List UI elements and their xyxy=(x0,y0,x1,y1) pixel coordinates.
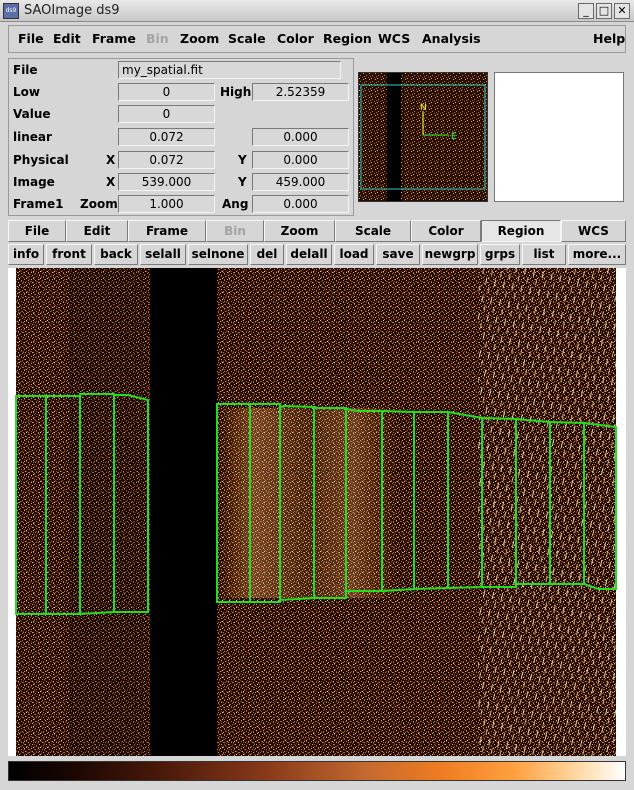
region-save-button[interactable]: save xyxy=(376,244,420,265)
image-x-value: 539.000 xyxy=(118,173,215,191)
region-info-button[interactable]: info xyxy=(8,244,44,265)
bb-region[interactable]: Region xyxy=(481,220,561,242)
menu-zoom[interactable]: Zoom xyxy=(180,31,219,46)
high-label: High xyxy=(220,85,252,99)
image-display[interactable] xyxy=(8,268,626,756)
magnifier xyxy=(494,72,624,202)
region-grps-button[interactable]: grps xyxy=(480,244,520,265)
angle-value: 0.000 xyxy=(252,195,349,213)
scale-label: linear xyxy=(13,130,52,144)
image-label: Image xyxy=(13,175,55,189)
scale-value-1: 0.072 xyxy=(118,128,215,146)
menu-bin[interactable]: Bin xyxy=(146,31,169,46)
low-label: Low xyxy=(13,85,40,99)
title-bar[interactable]: ds9 SAOImage ds9 _ □ ✕ xyxy=(0,0,634,22)
button-bar: File Edit Frame Bin Zoom Scale Color Reg… xyxy=(8,220,626,242)
menu-frame[interactable]: Frame xyxy=(92,31,136,46)
file-name-field: my_spatial.fit xyxy=(118,61,341,79)
menu-region[interactable]: Region xyxy=(323,31,372,46)
close-icon[interactable]: ✕ xyxy=(614,3,630,19)
bb-edit[interactable]: Edit xyxy=(66,220,128,242)
window-title: SAOImage ds9 xyxy=(24,3,120,18)
minimize-icon[interactable]: _ xyxy=(578,3,594,19)
low-value: 0 xyxy=(118,83,215,101)
physical-y-value: 0.000 xyxy=(252,151,349,169)
bb-file[interactable]: File xyxy=(8,220,66,242)
physical-x-value: 0.072 xyxy=(118,151,215,169)
angle-label: Ang xyxy=(222,197,249,211)
image-y-value: 459.000 xyxy=(252,173,349,191)
menu-edit[interactable]: Edit xyxy=(53,31,81,46)
menu-color[interactable]: Color xyxy=(277,31,314,46)
frame-label: Frame1 xyxy=(13,197,64,211)
menu-bar: File Edit Frame Bin Zoom Scale Color Reg… xyxy=(8,25,626,53)
value-label: Value xyxy=(13,107,51,121)
region-more-button[interactable]: more... xyxy=(568,244,626,265)
image-canvas[interactable] xyxy=(8,268,626,756)
image-y-label: Y xyxy=(238,175,247,189)
bb-frame[interactable]: Frame xyxy=(128,220,206,242)
zoom-value: 1.000 xyxy=(118,195,215,213)
menu-file[interactable]: File xyxy=(18,31,44,46)
physical-label: Physical xyxy=(13,153,69,167)
compass-north-label: N xyxy=(420,103,427,113)
region-list-button[interactable]: list xyxy=(522,244,566,265)
app-icon[interactable]: ds9 xyxy=(3,3,19,19)
high-value: 2.52359 xyxy=(252,83,349,101)
compass-east-label: E xyxy=(451,132,457,142)
physical-y-label: Y xyxy=(238,153,247,167)
zoom-label: Zoom xyxy=(80,197,118,211)
region-selall-button[interactable]: selall xyxy=(140,244,186,265)
menu-wcs[interactable]: WCS xyxy=(378,31,410,46)
region-selnone-button[interactable]: selnone xyxy=(188,244,248,265)
colorbar[interactable] xyxy=(8,761,626,781)
region-load-button[interactable]: load xyxy=(334,244,374,265)
image-x-label: X xyxy=(106,175,116,189)
menu-analysis[interactable]: Analysis xyxy=(422,31,481,46)
menu-help[interactable]: Help xyxy=(593,31,625,46)
maximize-icon[interactable]: □ xyxy=(596,3,612,19)
bb-wcs[interactable]: WCS xyxy=(561,220,626,242)
region-newgrp-button[interactable]: newgrp xyxy=(422,244,478,265)
physical-x-label: X xyxy=(106,153,116,167)
region-front-button[interactable]: front xyxy=(46,244,92,265)
bb-scale[interactable]: Scale xyxy=(335,220,411,242)
panner[interactable]: N E xyxy=(358,72,488,202)
bb-color[interactable]: Color xyxy=(411,220,481,242)
bb-zoom[interactable]: Zoom xyxy=(264,220,335,242)
panner-thumbnail[interactable]: N E xyxy=(359,73,487,201)
region-back-button[interactable]: back xyxy=(94,244,138,265)
file-label: File xyxy=(13,63,38,77)
region-delall-button[interactable]: delall xyxy=(286,244,332,265)
scale-value-2: 0.000 xyxy=(252,128,349,146)
bb-bin[interactable]: Bin xyxy=(206,220,264,242)
pixel-value: 0 xyxy=(118,105,215,123)
menu-scale[interactable]: Scale xyxy=(228,31,266,46)
region-del-button[interactable]: del xyxy=(250,244,284,265)
region-button-bar: info front back selall selnone del delal… xyxy=(8,244,626,266)
